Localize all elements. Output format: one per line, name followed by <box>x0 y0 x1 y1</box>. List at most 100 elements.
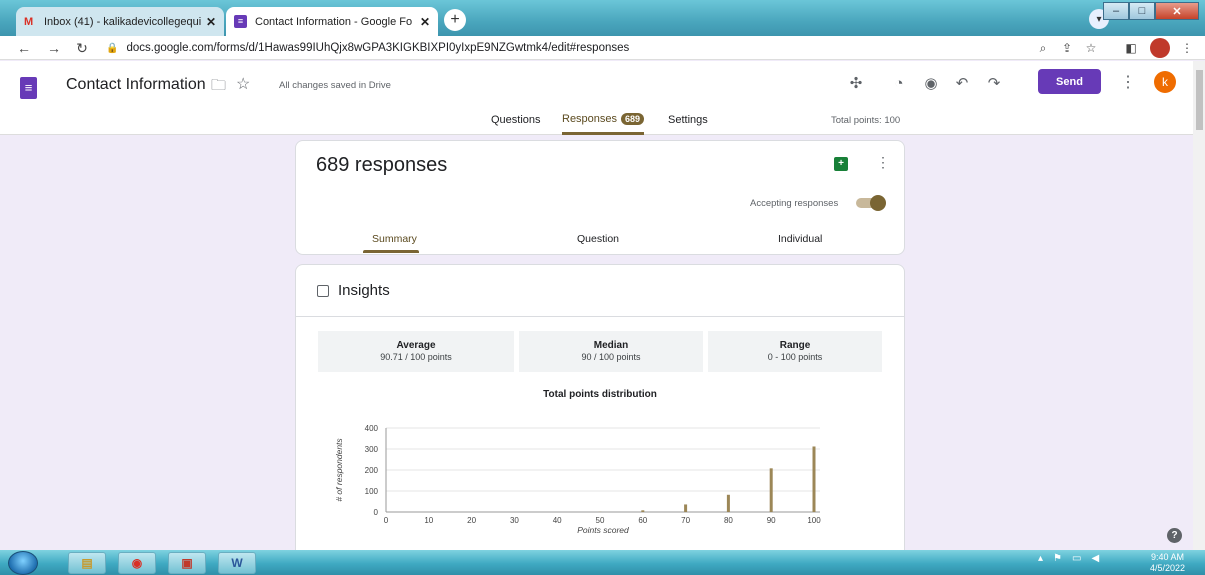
share-icon[interactable]: ⇪ <box>1058 39 1076 57</box>
send-button[interactable]: Send <box>1038 69 1101 94</box>
bookmark-star-icon[interactable]: ☆ <box>1082 39 1100 57</box>
y-tick-label: 100 <box>365 487 379 496</box>
new-tab-button[interactable]: + <box>444 9 466 31</box>
divider <box>296 316 904 317</box>
subtab-question[interactable]: Question <box>577 233 619 245</box>
more-options-icon[interactable]: ⋮ <box>1120 72 1136 92</box>
subtab-summary[interactable]: Summary <box>372 233 417 245</box>
chart-title: Total points distribution <box>543 389 657 400</box>
x-tick-label: 50 <box>596 516 605 525</box>
forms-logo-icon[interactable]: ≡ <box>20 77 37 99</box>
forward-icon[interactable]: → <box>44 38 64 58</box>
browser-menu-icon[interactable]: ⋮ <box>1178 39 1196 57</box>
maximize-button[interactable]: □ <box>1129 2 1155 20</box>
accepting-responses-label: Accepting responses <box>750 198 839 209</box>
tab-label: Contact Information - Google Fo <box>255 15 413 28</box>
chart-bar <box>684 504 688 512</box>
stat-range: Range 0 - 100 points <box>708 331 882 372</box>
stat-label: Range <box>779 340 811 351</box>
subtab-individual[interactable]: Individual <box>778 233 822 245</box>
preview-eye-icon[interactable]: ◉ <box>920 72 942 94</box>
chart-bar <box>641 510 645 512</box>
form-title[interactable]: Contact Information <box>66 76 206 94</box>
x-tick-label: 40 <box>553 516 562 525</box>
y-tick-label: 300 <box>365 445 379 454</box>
chart-bar <box>726 494 730 512</box>
gmail-icon: M <box>24 15 34 28</box>
folder-icon[interactable]: 🗀 <box>211 75 226 100</box>
save-status: All changes saved in Drive <box>279 80 391 91</box>
x-tick-label: 70 <box>681 516 690 525</box>
system-clock[interactable]: 9:40 AM 4/5/2022 <box>1150 552 1185 574</box>
total-points: Total points: 100 <box>831 115 901 126</box>
chart-bar <box>769 468 773 512</box>
system-tray: ▴ ⚑ ▭ ◀ <box>1038 553 1099 564</box>
x-tick-label: 60 <box>638 516 647 525</box>
star-icon[interactable]: ☆ <box>236 74 250 94</box>
responses-count-badge: 689 <box>621 113 645 125</box>
x-tick-label: 90 <box>767 516 776 525</box>
reload-icon[interactable]: ↻ <box>72 38 92 58</box>
help-icon[interactable]: ? <box>1167 528 1182 543</box>
action-center-icon[interactable]: ⚑ <box>1053 553 1062 564</box>
y-axis-label: # of respondents <box>334 438 344 502</box>
back-icon[interactable]: ← <box>14 38 34 58</box>
close-tab-icon[interactable]: ✕ <box>206 15 216 29</box>
tab-responses[interactable]: Responses 689 <box>562 109 645 135</box>
side-panel-icon[interactable]: ◧ <box>1122 39 1140 57</box>
tab-label: Inbox (41) - kalikadevicollegequi <box>44 15 202 28</box>
stat-label: Median <box>593 340 629 351</box>
sheets-icon[interactable]: + <box>834 157 848 171</box>
accepting-toggle-knob[interactable] <box>870 195 886 211</box>
close-window-button[interactable]: ✕ <box>1155 2 1199 20</box>
x-tick-label: 100 <box>807 516 821 525</box>
powerpoint-icon[interactable]: ▣ <box>168 552 206 574</box>
x-tick-label: 20 <box>467 516 476 525</box>
tray-expand-icon[interactable]: ▴ <box>1038 553 1043 564</box>
stat-value: 90 / 100 points <box>581 352 641 362</box>
x-tick-label: 80 <box>724 516 733 525</box>
x-tick-label: 10 <box>424 516 433 525</box>
x-axis-label: Points scored <box>577 525 629 535</box>
url-input[interactable]: 🔒 docs.google.com/forms/d/1Hawas99IUhQjx… <box>106 38 1026 58</box>
scrollbar-thumb[interactable] <box>1196 70 1203 130</box>
word-icon[interactable]: W <box>218 552 256 574</box>
insights-title: Insights <box>338 282 390 299</box>
browser-tab-gmail[interactable]: M Inbox (41) - kalikadevicollegequi ✕ <box>16 7 224 36</box>
redo-icon[interactable]: ↷ <box>983 72 1005 94</box>
tab-questions[interactable]: Questions <box>491 114 541 126</box>
stat-median: Median 90 / 100 points <box>519 331 703 372</box>
network-icon[interactable]: ▭ <box>1072 553 1081 564</box>
window-controls: – □ ✕ <box>1103 2 1199 20</box>
chrome-icon[interactable]: ◉ <box>118 552 156 574</box>
undo-icon[interactable]: ↶ <box>951 72 973 94</box>
page-scrollbar[interactable] <box>1193 61 1205 550</box>
start-button[interactable] <box>8 551 38 575</box>
responses-more-icon[interactable]: ⋮ <box>876 154 890 171</box>
insights-chart-icon <box>317 285 329 297</box>
addons-icon[interactable]: ✣ <box>845 72 867 94</box>
summary-underline <box>363 250 419 253</box>
clock-date: 4/5/2022 <box>1150 563 1186 573</box>
x-tick-label: 0 <box>384 516 389 525</box>
explorer-icon[interactable]: ▤ <box>68 552 106 574</box>
chart-bar <box>812 446 816 512</box>
volume-icon[interactable]: ◀ <box>1091 553 1099 564</box>
account-avatar[interactable]: k <box>1154 71 1176 93</box>
close-tab-icon[interactable]: ✕ <box>420 15 430 29</box>
profile-avatar[interactable] <box>1150 38 1170 58</box>
responses-count: 689 responses <box>316 154 448 176</box>
stat-value: 90.71 / 100 points <box>380 352 452 362</box>
stat-average: Average 90.71 / 100 points <box>318 331 514 372</box>
tab-settings[interactable]: Settings <box>668 114 708 126</box>
zoom-icon[interactable]: ⌕ <box>1034 39 1052 57</box>
forms-icon: ≡ <box>234 15 247 28</box>
palette-icon[interactable]: ◔ <box>888 72 910 94</box>
tab-responses-label: Responses <box>562 113 618 125</box>
lock-icon: 🔒 <box>106 42 119 54</box>
browser-tab-forms[interactable]: ≡ Contact Information - Google Fo ✕ <box>226 7 438 36</box>
url-text: docs.google.com/forms/d/1Hawas99IUhQjx8w… <box>126 42 630 54</box>
y-tick-label: 200 <box>365 466 379 475</box>
minimize-button[interactable]: – <box>1103 2 1129 20</box>
points-distribution-chart: 0 100 200 300 400 0 10 20 30 40 50 60 70 80 90 100 Point… <box>334 424 821 535</box>
